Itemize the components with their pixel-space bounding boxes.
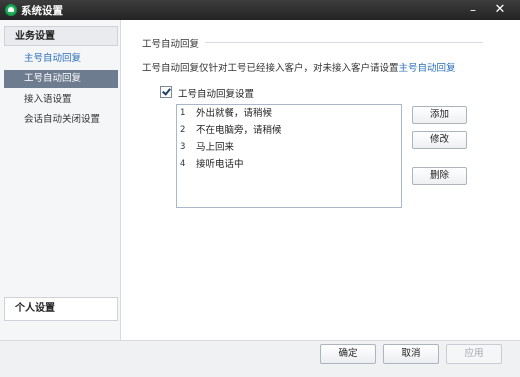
- app-logo-icon: [5, 4, 17, 16]
- minimize-button[interactable]: –: [463, 1, 483, 19]
- section-title: 工号自动回复: [142, 39, 200, 50]
- sidebar: 业务设置 主号自动回复 工号自动回复 接入语设置 会话自动关闭设置: [0, 20, 121, 340]
- reply-list[interactable]: 1 外出就餐，请稍候 2 不在电脑旁，请稍候 3 马上回来 4 接听电话中: [176, 104, 402, 208]
- auto-reply-checkbox[interactable]: [160, 86, 172, 98]
- window-title: 系统设置: [21, 5, 63, 17]
- list-item-number: 2: [180, 125, 186, 135]
- list-item[interactable]: 4 接听电话中: [177, 156, 401, 173]
- list-item-number: 4: [180, 159, 186, 169]
- list-item-number: 3: [180, 142, 186, 152]
- list-item[interactable]: 3 马上回来: [177, 139, 401, 156]
- apply-button[interactable]: 应用: [446, 344, 502, 364]
- cancel-button[interactable]: 取消: [383, 344, 439, 364]
- sidebar-group-personal[interactable]: 个人设置: [4, 297, 118, 321]
- main-auto-reply-link[interactable]: 主号自动回复: [399, 63, 456, 74]
- close-button[interactable]: ✕: [490, 1, 510, 19]
- list-item-text: 不在电脑旁，请稍候: [196, 125, 282, 136]
- sidebar-item-main-auto-reply[interactable]: 主号自动回复: [4, 50, 118, 68]
- list-item-text: 接听电话中: [196, 159, 244, 170]
- description-text: 工号自动回复仅针对工号已经接入客户，对未接入客户请设置: [142, 63, 399, 74]
- list-item-text: 马上回来: [196, 142, 235, 153]
- list-item[interactable]: 2 不在电脑旁，请稍候: [177, 122, 401, 139]
- delete-button[interactable]: 删除: [412, 167, 467, 185]
- list-item[interactable]: 1 外出就餐，请稍候: [177, 105, 401, 122]
- description: 工号自动回复仅针对工号已经接入客户，对未接入客户请设置主号自动回复: [142, 60, 456, 74]
- edit-button[interactable]: 修改: [412, 131, 467, 149]
- add-button[interactable]: 添加: [412, 106, 467, 124]
- section-divider: [205, 42, 483, 43]
- title-bar: 系统设置 – ✕: [0, 0, 520, 20]
- sidebar-item-session-auto-close[interactable]: 会话自动关闭设置: [4, 111, 118, 129]
- auto-reply-checkbox-label[interactable]: 工号自动回复设置: [178, 86, 254, 100]
- ok-button[interactable]: 确定: [320, 344, 376, 364]
- list-item-text: 外出就餐，请稍候: [196, 108, 273, 119]
- sidebar-group-business[interactable]: 业务设置: [4, 26, 118, 46]
- sidebar-item-agent-auto-reply[interactable]: 工号自动回复: [4, 70, 118, 88]
- footer-bar: [0, 340, 520, 377]
- sidebar-item-greeting[interactable]: 接入语设置: [4, 91, 118, 109]
- list-item-number: 1: [180, 108, 186, 118]
